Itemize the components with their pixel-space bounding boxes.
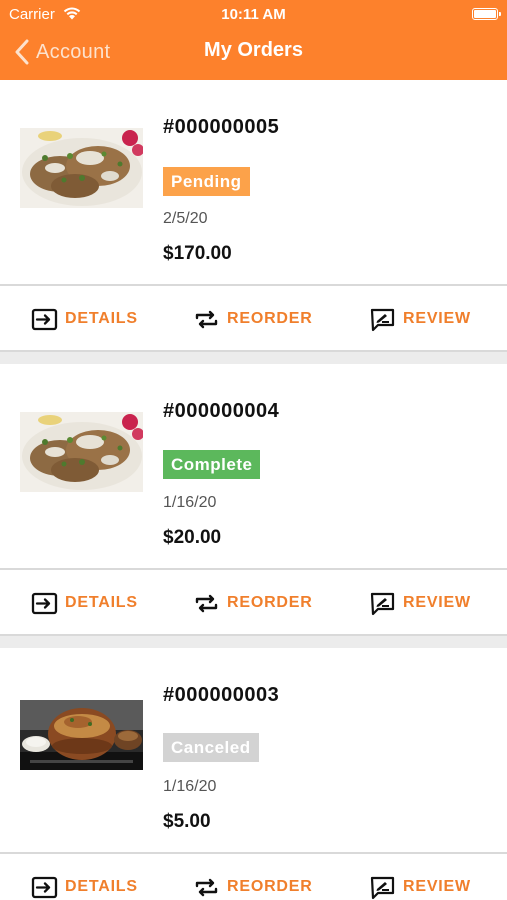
details-label: DETAILS (65, 594, 138, 611)
review-button[interactable]: REVIEW (369, 854, 471, 900)
review-icon (370, 308, 395, 331)
reorder-button[interactable]: REORDER (193, 854, 313, 900)
order-actions: DETAILS REORDER REVIEW (0, 570, 507, 636)
order-image (20, 412, 143, 492)
reorder-label: REORDER (227, 310, 313, 327)
review-icon (370, 592, 395, 615)
review-button[interactable]: REVIEW (369, 570, 471, 636)
grilled-chicken-image (20, 412, 143, 492)
reorder-label: REORDER (227, 878, 313, 895)
review-label: REVIEW (403, 594, 471, 611)
card-gap (0, 352, 507, 364)
repeat-icon (195, 594, 218, 612)
navigation-bar: Account My Orders (0, 28, 507, 80)
details-icon (31, 308, 58, 330)
details-label: DETAILS (65, 878, 138, 895)
top-bar: Carrier 10:11 AM Account My Orders (0, 0, 507, 80)
details-label: DETAILS (65, 310, 138, 327)
order-total: $170.00 (163, 243, 232, 264)
details-icon (31, 592, 58, 614)
reorder-label: REORDER (227, 594, 313, 611)
order-date: 2/5/20 (163, 210, 208, 227)
status-bar: Carrier 10:11 AM (0, 0, 507, 28)
review-button[interactable]: REVIEW (369, 286, 471, 352)
order-actions: DETAILS REORDER REVIEW (0, 854, 507, 900)
reorder-button[interactable]: REORDER (193, 286, 313, 352)
grilled-chicken-image (20, 128, 143, 208)
review-icon (370, 876, 395, 899)
order-number: #000000003 (163, 684, 280, 706)
order-card: #000000005 Pending 2/5/20 $170.00 DETAIL… (0, 80, 507, 352)
order-summary[interactable]: #000000003 Canceled 1/16/20 $5.00 (0, 648, 507, 852)
status-badge: Complete (163, 450, 261, 479)
details-icon (31, 876, 58, 898)
clock: 10:11 AM (221, 6, 286, 23)
details-button[interactable]: DETAILS (31, 570, 138, 636)
order-total: $20.00 (163, 527, 222, 548)
details-button[interactable]: DETAILS (31, 854, 138, 900)
order-number: #000000005 (163, 116, 280, 138)
status-badge: Canceled (163, 733, 259, 762)
order-total: $5.00 (163, 811, 211, 832)
reorder-button[interactable]: REORDER (193, 570, 313, 636)
order-actions: DETAILS REORDER REVIEW (0, 286, 507, 352)
repeat-icon (195, 310, 218, 328)
order-summary[interactable]: #000000004 Complete 1/16/20 $20.00 (0, 364, 507, 568)
order-date: 1/16/20 (163, 494, 217, 511)
status-badge: Pending (163, 167, 250, 196)
order-date: 1/16/20 (163, 778, 217, 795)
order-number: #000000004 (163, 400, 280, 422)
repeat-icon (195, 878, 218, 896)
page-title: My Orders (204, 39, 303, 61)
order-summary[interactable]: #000000005 Pending 2/5/20 $170.00 (0, 80, 507, 284)
order-image (20, 128, 143, 208)
review-label: REVIEW (403, 310, 471, 327)
order-card: #000000003 Canceled 1/16/20 $5.00 DETAIL… (0, 648, 507, 900)
order-card: #000000004 Complete 1/16/20 $20.00 DETAI… (0, 364, 507, 636)
order-image (20, 700, 143, 770)
biryani-pot-image (20, 700, 143, 770)
details-button[interactable]: DETAILS (31, 286, 138, 352)
card-gap (0, 636, 507, 648)
battery-icon (472, 8, 501, 20)
review-label: REVIEW (403, 878, 471, 895)
